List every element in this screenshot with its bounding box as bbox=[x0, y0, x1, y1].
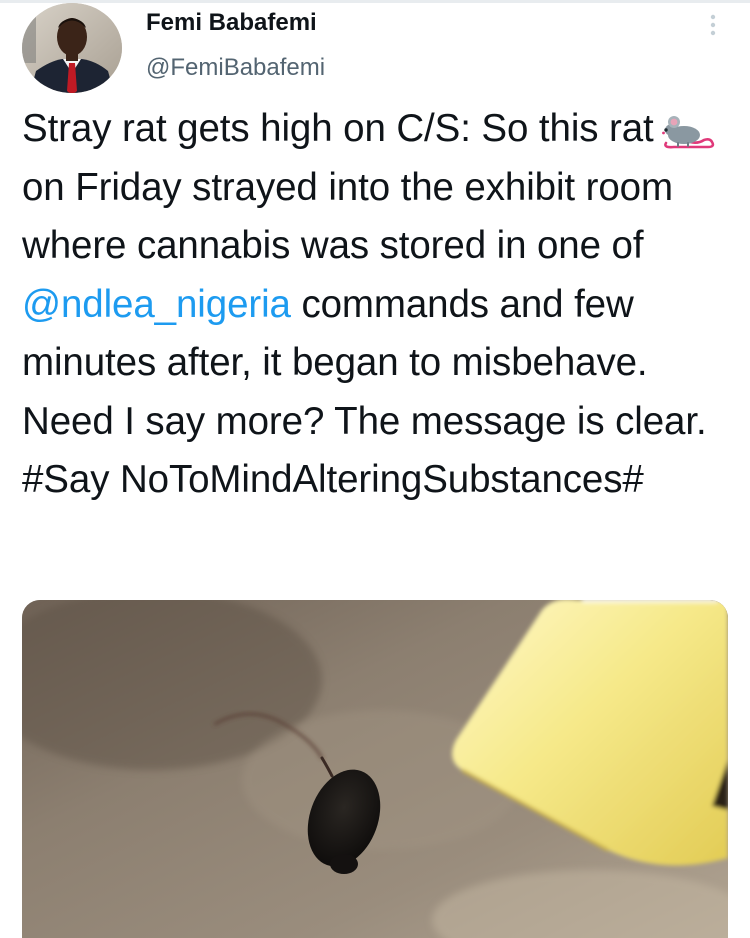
video-still-image bbox=[22, 600, 728, 938]
author-handle[interactable]: @FemiBabafemi bbox=[146, 53, 325, 83]
tweet-text: Stray rat gets high on C/S: So this rat … bbox=[22, 100, 737, 510]
tweet-text-part1: Stray rat gets high on C/S: So this rat bbox=[22, 107, 654, 150]
author-display-name[interactable]: Femi Babafemi bbox=[146, 8, 317, 38]
tweet-text-part2: on Friday strayed into the exhibit room … bbox=[22, 165, 673, 268]
top-divider bbox=[0, 0, 750, 3]
rat-emoji-icon bbox=[660, 109, 716, 149]
more-options-icon[interactable] bbox=[701, 10, 725, 40]
tweet-media[interactable] bbox=[22, 600, 728, 938]
mention-link[interactable]: @ndlea_nigeria bbox=[22, 283, 291, 326]
profile-photo bbox=[22, 3, 122, 93]
avatar[interactable] bbox=[22, 3, 122, 93]
